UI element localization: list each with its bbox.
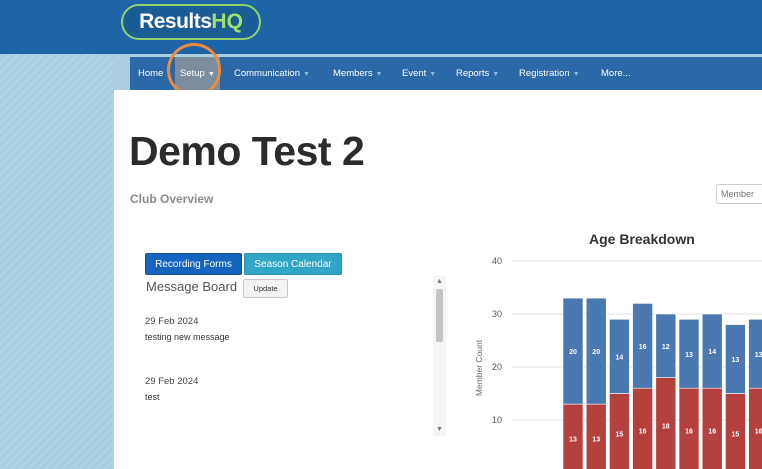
y-tick-label: 20 — [492, 362, 502, 372]
scroll-up-icon[interactable]: ▲ — [433, 276, 446, 288]
page-background — [0, 54, 114, 469]
bar-value-label: 12 — [662, 344, 670, 351]
bar-value-label: 13 — [592, 437, 600, 444]
bar-value-label: 15 — [732, 431, 740, 438]
bar-value-label: 20 — [569, 349, 577, 356]
chevron-down-icon: ▼ — [429, 71, 437, 78]
message-date: 29 Feb 2024 — [145, 316, 199, 327]
y-tick-label: 10 — [492, 415, 502, 425]
nav-home[interactable]: Home — [138, 57, 163, 90]
top-header-bar: Results HQ — [0, 0, 762, 54]
recording-forms-button[interactable]: Recording Forms — [145, 253, 242, 275]
chevron-down-icon: ▼ — [375, 71, 383, 78]
nav-event[interactable]: Event ▼ — [402, 57, 436, 90]
bar-value-label: 13 — [569, 437, 577, 444]
bar-value-label: 16 — [708, 429, 716, 436]
chevron-down-icon: ▼ — [303, 71, 310, 78]
member-search-input[interactable] — [716, 184, 762, 204]
chevron-down-icon: ▼ — [492, 71, 500, 78]
bar-value-label: 13 — [685, 352, 693, 359]
age-breakdown-chart: 10 20 30 40 Member Count 13 20 13 20 15 14 16 16 18 12… — [474, 256, 762, 469]
main-nav: Home Setup ▼ Communication ▼ Members ▼ Even… — [130, 57, 762, 90]
y-tick-label: 40 — [492, 256, 502, 266]
page-title: Demo Test 2 — [129, 128, 365, 174]
season-calendar-button[interactable]: Season Calendar — [244, 253, 342, 275]
page-subtitle: Club Overview — [130, 192, 214, 206]
message-board-scrollbar[interactable]: ▲ ▼ — [433, 276, 446, 436]
message-date: 29 Feb 2024 — [145, 376, 199, 387]
message-text: test — [145, 392, 160, 402]
bar-value-label: 13 — [732, 357, 740, 364]
resultshq-logo[interactable]: Results HQ — [121, 4, 261, 40]
bar-value-label: 14 — [708, 349, 716, 356]
bar-value-label: 13 — [755, 352, 762, 359]
bar-value-label: 16 — [755, 429, 762, 436]
chevron-down-icon: ▼ — [572, 71, 580, 78]
bar-value-label: 15 — [616, 431, 624, 438]
message-text: testing new message — [145, 332, 230, 342]
y-axis-label: Member Count — [474, 339, 484, 396]
chevron-down-icon: ▼ — [207, 71, 215, 78]
bar-value-label: 16 — [639, 344, 647, 351]
nav-more[interactable]: More... — [601, 57, 631, 90]
bar-value-label: 18 — [662, 423, 670, 430]
update-button[interactable]: Update — [243, 279, 288, 298]
nav-members[interactable]: Members ▼ — [333, 57, 383, 90]
nav-reports[interactable]: Reports ▼ — [456, 57, 499, 90]
bar-value-label: 16 — [639, 429, 647, 436]
y-tick-label: 30 — [492, 309, 502, 319]
message-board-title: Message Board — [146, 279, 238, 294]
bar-value-label: 20 — [592, 349, 600, 356]
nav-setup[interactable]: Setup ▼ — [175, 57, 220, 90]
chart-title: Age Breakdown — [589, 231, 695, 247]
nav-communication[interactable]: Communication ▼ — [234, 57, 310, 90]
bar-value-label: 14 — [616, 354, 624, 361]
nav-registration[interactable]: Registration ▼ — [519, 57, 580, 90]
scroll-down-icon[interactable]: ▼ — [433, 424, 446, 436]
scroll-thumb[interactable] — [436, 289, 443, 342]
bar-value-label: 16 — [685, 429, 693, 436]
